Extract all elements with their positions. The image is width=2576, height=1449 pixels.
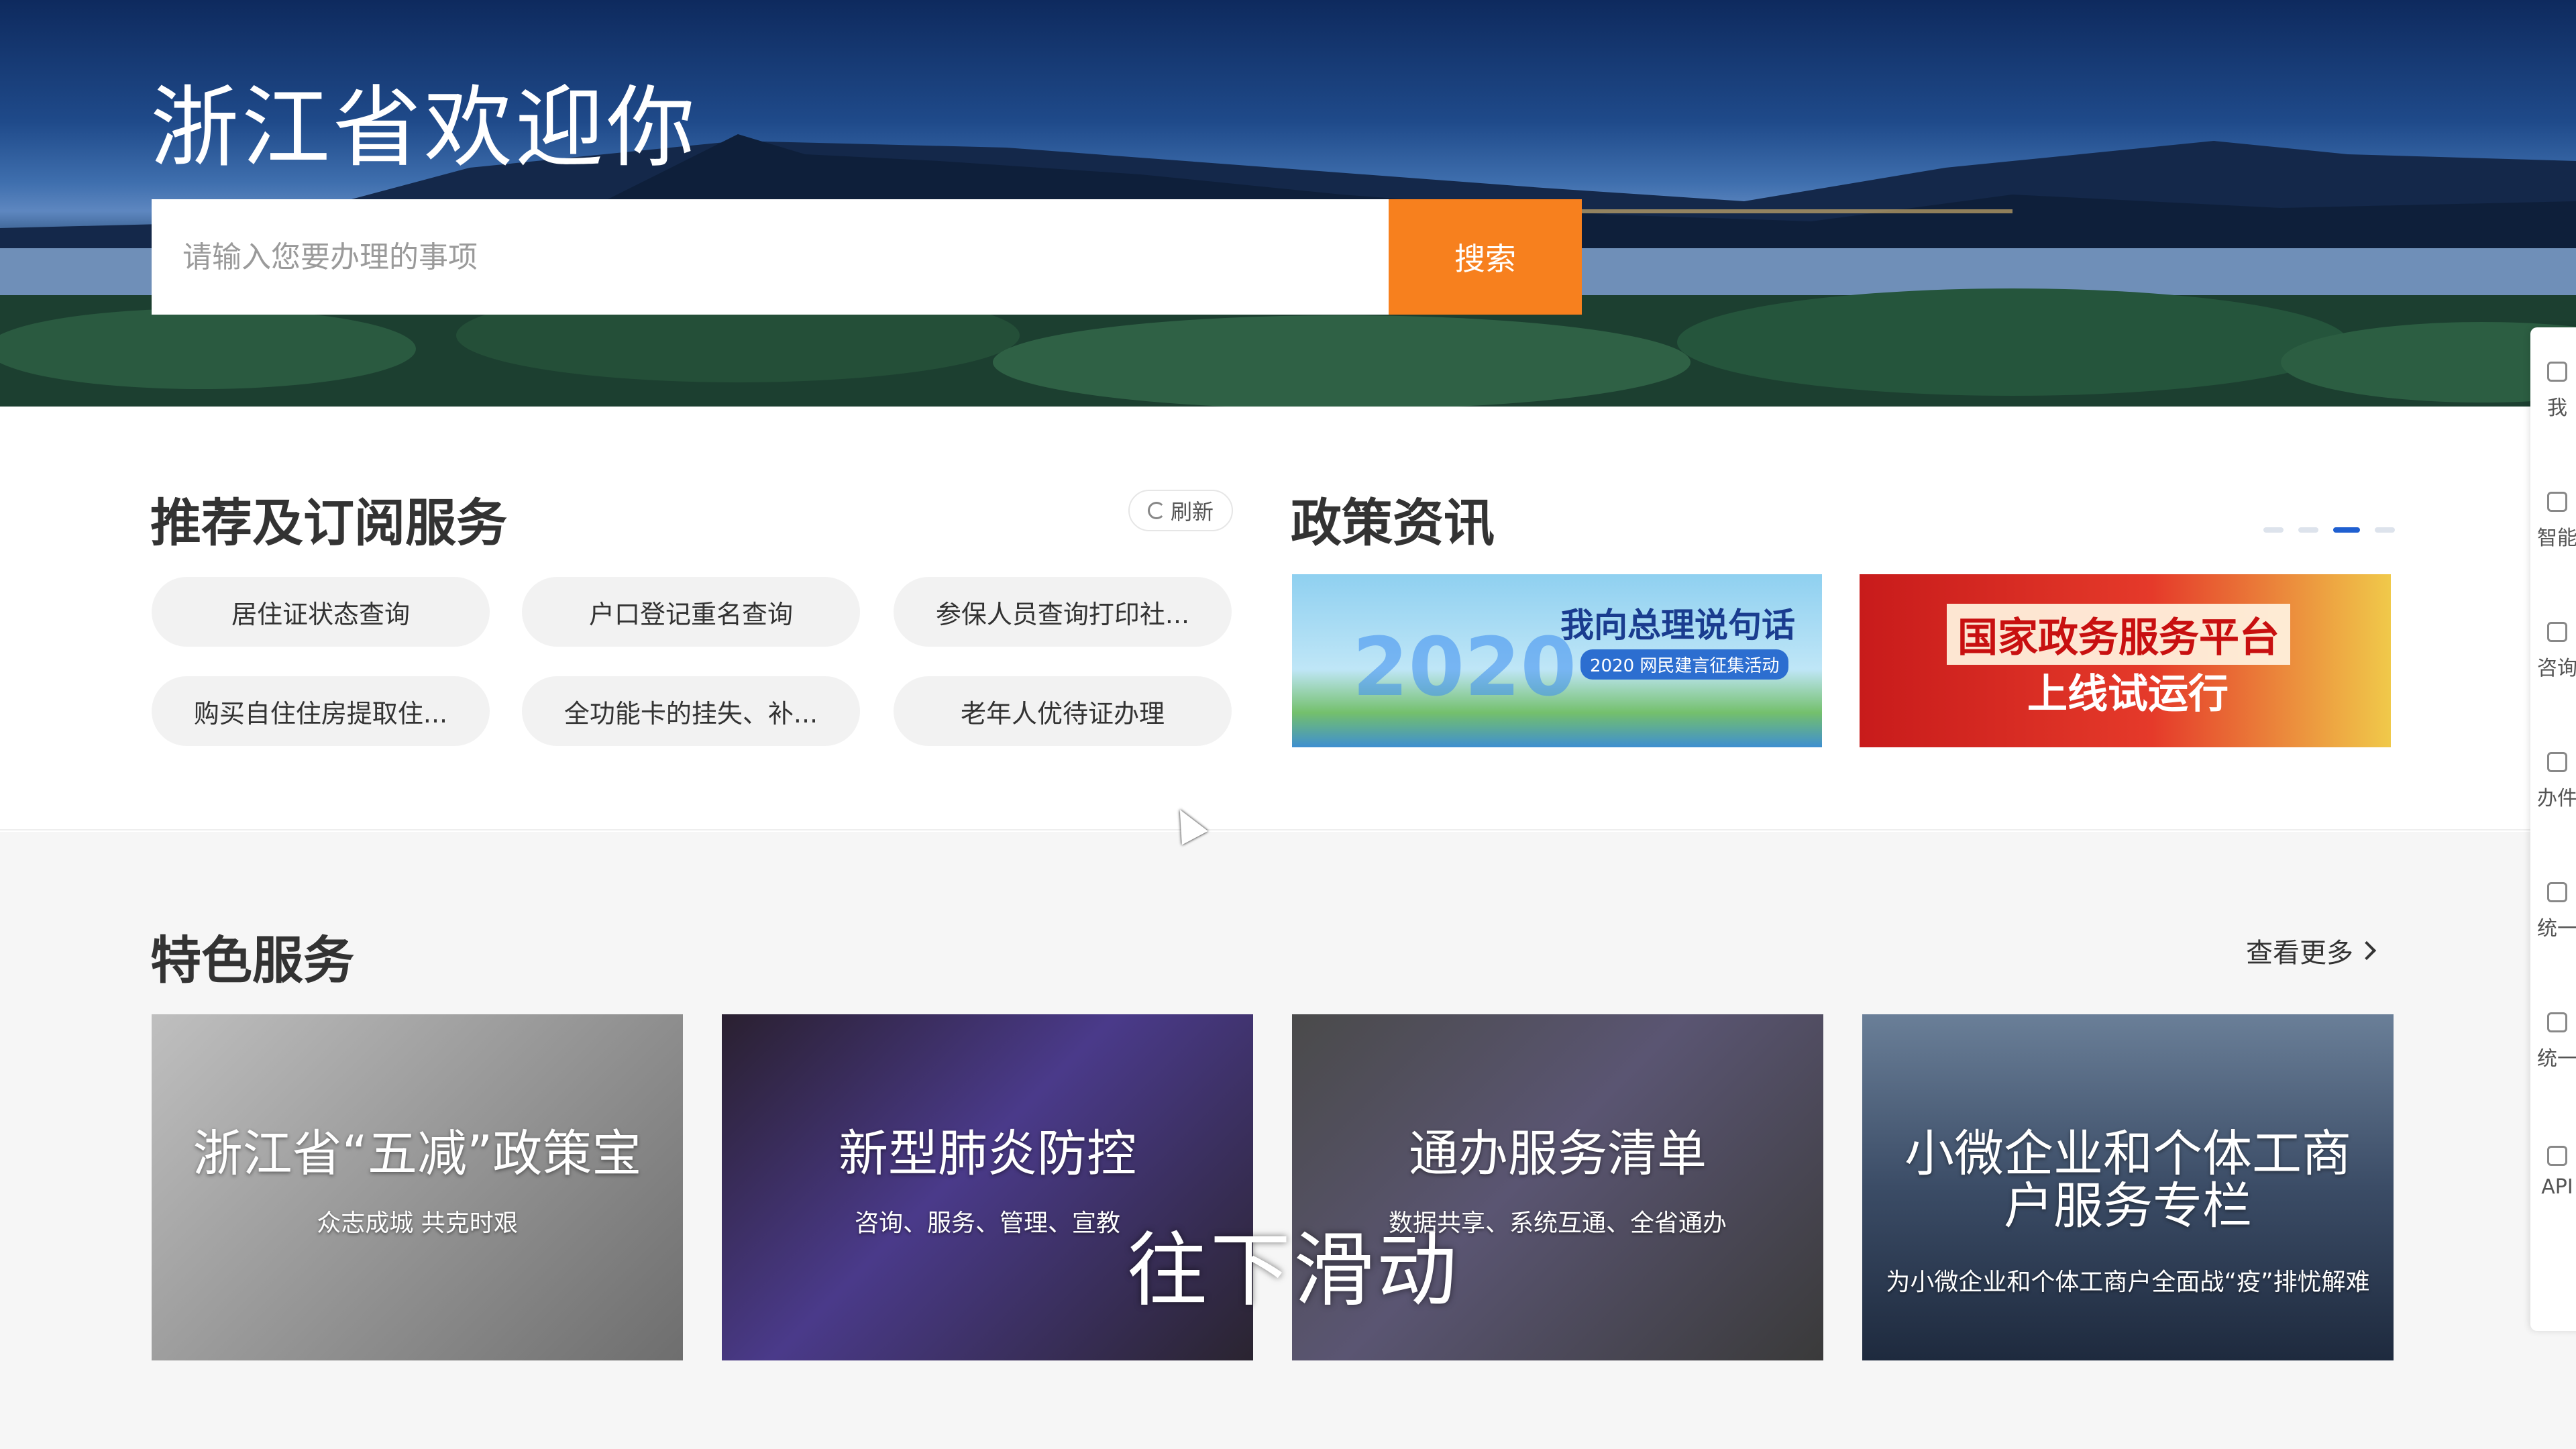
policy-banner-platform[interactable]: 国家政务服务平台 上线试运行 <box>1860 574 2391 747</box>
sidebar-item[interactable]: 统一 <box>2530 861 2576 962</box>
sidebar-item[interactable]: 统一 <box>2530 991 2576 1092</box>
refresh-icon <box>1147 502 1165 519</box>
service-item[interactable]: 老年人优待证办理 <box>894 676 1232 746</box>
service-item[interactable]: 购买自住住房提取住... <box>152 676 490 746</box>
banner-subtitle: 2020 网民建言征集活动 <box>1580 649 1789 680</box>
service-item[interactable]: 全功能卡的挂失、补... <box>522 676 860 746</box>
carousel-dot[interactable] <box>2263 527 2284 533</box>
carousel-dot-active[interactable] <box>2333 527 2360 533</box>
sidebar-item[interactable]: 咨询 <box>2530 601 2576 702</box>
featured-section: 特色服务 查看更多 浙江省“五减”政策宝 众志成城 共克时艰 新型肺炎防控 咨询… <box>0 832 2576 1449</box>
view-more-link[interactable]: 查看更多 <box>2246 931 2377 970</box>
card-title: 通办服务清单 <box>1409 1125 1707 1183</box>
recommend-policy-section: 推荐及订阅服务 刷新 居住证状态查询 户口登记重名查询 参保人员查询打印社...… <box>0 407 2576 830</box>
sidebar-item-label: API <box>2541 1175 2573 1199</box>
refresh-label: 刷新 <box>1170 499 1214 525</box>
sidebar-item[interactable]: 智能 <box>2530 471 2576 572</box>
card-title: 新型肺炎防控 <box>839 1125 1136 1183</box>
policy-banner-premier[interactable]: 2020 我向总理说句话 2020 网民建言征集活动 <box>1292 574 1822 747</box>
card-title: 小微企业和个体工商户服务专栏 <box>1904 1125 2351 1235</box>
chevron-right-icon <box>2357 941 2377 961</box>
service-item[interactable]: 居住证状态查询 <box>152 577 490 647</box>
banner-subtitle: 上线试运行 <box>2027 671 2229 718</box>
page-title: 浙江省欢迎你 <box>150 76 698 180</box>
sidebar-item-label: 咨询 <box>2537 657 2576 680</box>
featured-card-policy[interactable]: 浙江省“五减”政策宝 众志成城 共克时艰 <box>152 1014 683 1360</box>
carousel-dot[interactable] <box>2375 527 2395 533</box>
search-input[interactable] <box>152 199 1389 315</box>
robot-icon <box>2547 492 2567 512</box>
sidebar-item-label: 统一 <box>2537 917 2576 941</box>
featured-title: 特色服务 <box>150 930 354 990</box>
sidebar-item-label: 统一 <box>2537 1047 2576 1071</box>
view-more-label: 查看更多 <box>2246 938 2353 969</box>
sidebar-item-label: 办件 <box>2537 787 2576 810</box>
card-title: 浙江省“五减”政策宝 <box>193 1125 642 1183</box>
phone-icon <box>2547 622 2567 642</box>
clock-icon <box>2547 882 2567 902</box>
user-icon <box>2547 362 2567 382</box>
sidebar-item[interactable]: API <box>2530 1122 2576 1222</box>
banner-year: 2020 <box>1352 621 1576 714</box>
sidebar-item-label: 我 <box>2547 396 2567 420</box>
globe-icon <box>2547 1012 2567 1032</box>
sidebar-item[interactable]: 我 <box>2530 341 2576 441</box>
service-item[interactable]: 户口登记重名查询 <box>522 577 860 647</box>
featured-card-smallbiz[interactable]: 小微企业和个体工商户服务专栏 为小微企业和个体工商户全面战“疫”排忧解难 <box>1862 1014 2394 1360</box>
hero-banner: 浙江省欢迎你 搜索 <box>0 0 2576 407</box>
floating-sidebar: 我 智能 咨询 办件 统一 统一 API <box>2530 327 2576 1331</box>
card-subtitle: 为小微企业和个体工商户全面战“疫”排忧解难 <box>1886 1269 2370 1296</box>
carousel-indicator <box>2263 527 2395 533</box>
banner-title: 国家政务服务平台 <box>1947 604 2290 665</box>
carousel-dot[interactable] <box>2298 527 2318 533</box>
recommend-title: 推荐及订阅服务 <box>150 493 507 553</box>
scroll-hint-caption: 往下滑动 <box>1127 1224 1460 1318</box>
refresh-button[interactable]: 刷新 <box>1128 490 1233 531</box>
policy-title: 政策资讯 <box>1291 493 1495 553</box>
api-icon <box>2547 1145 2567 1166</box>
search-button[interactable]: 搜索 <box>1389 199 1582 315</box>
sidebar-item[interactable]: 办件 <box>2530 731 2576 832</box>
document-icon <box>2547 752 2567 772</box>
sidebar-item-label: 智能 <box>2537 527 2576 550</box>
banner-title: 我向总理说句话 <box>1560 605 1795 645</box>
card-subtitle: 众志成城 共克时艰 <box>317 1210 518 1237</box>
service-item[interactable]: 参保人员查询打印社... <box>894 577 1232 647</box>
